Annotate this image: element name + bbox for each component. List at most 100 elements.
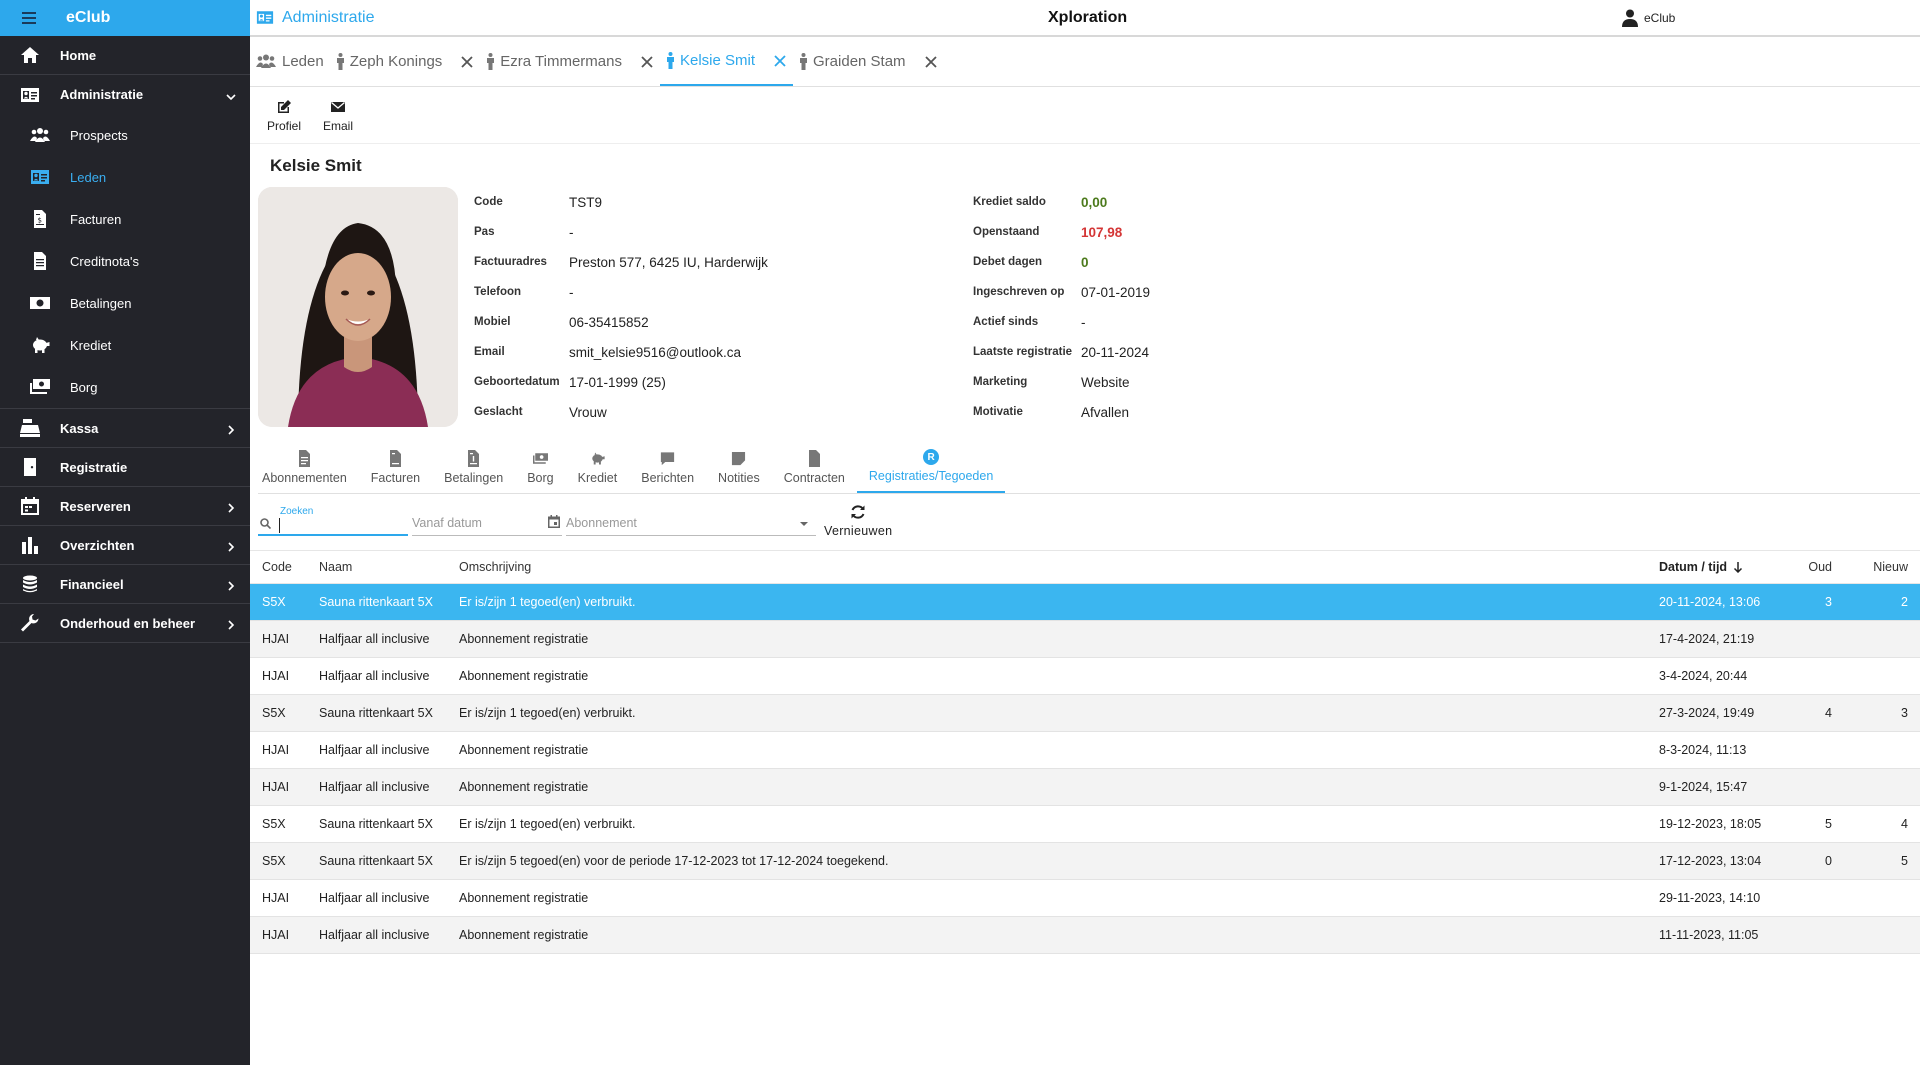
credit-note-icon xyxy=(30,252,50,270)
tab-notities[interactable]: Notities xyxy=(706,441,772,493)
close-icon[interactable] xyxy=(773,54,787,68)
field-value: Preston 577, 6425 IU, Harderwijk xyxy=(569,254,768,270)
door-icon xyxy=(20,458,40,476)
sidebar-item-registratie[interactable]: Registratie xyxy=(0,448,250,487)
field-value: 06-35415852 xyxy=(569,314,649,330)
date-placeholder: Vanaf datum xyxy=(412,516,482,530)
column-header-oud[interactable]: Oud xyxy=(1789,560,1844,574)
close-icon[interactable] xyxy=(640,55,654,69)
column-header-omschrijving[interactable]: Omschrijving xyxy=(459,560,1659,574)
user-icon xyxy=(1622,9,1638,27)
table-row[interactable]: HJAI Halfjaar all inclusive Abonnement reg… xyxy=(250,917,1920,954)
sidebar-item-home[interactable]: Home xyxy=(0,36,250,75)
field-value: 0,00 xyxy=(1081,194,1108,210)
field-value: 107,98 xyxy=(1081,224,1123,240)
table-row[interactable]: HJAI Halfjaar all inclusive Abonnement reg… xyxy=(250,880,1920,917)
tab-label: Leden xyxy=(282,53,324,70)
table-row[interactable]: S5X Sauna rittenkaart 5X Er is/zijn 5 tego… xyxy=(250,843,1920,880)
cash-register-icon xyxy=(20,419,40,437)
chevron-right-icon xyxy=(226,423,236,435)
sidebar-item-onderhoud-en-beheer[interactable]: Onderhoud en beheer xyxy=(0,604,250,643)
table-row[interactable]: HJAI Halfjaar all inclusive Abonnement reg… xyxy=(250,732,1920,769)
table-row[interactable]: HJAI Halfjaar all inclusive Abonnement reg… xyxy=(250,658,1920,695)
field-openstaand: Openstaand 107,98 xyxy=(973,217,1150,247)
field-label: Geslacht xyxy=(474,406,523,418)
sidebar-item-administratie[interactable]: Administratie xyxy=(0,75,250,114)
column-header-code[interactable]: Code xyxy=(250,560,319,574)
tab-abonnementen[interactable]: Abonnementen xyxy=(258,441,359,493)
sidebar-header: eClub xyxy=(0,0,250,36)
table-row[interactable]: S5X Sauna rittenkaart 5X Er is/zijn 1 tego… xyxy=(250,806,1920,843)
subscription-select[interactable]: Abonnement xyxy=(566,500,816,536)
refresh-button[interactable]: Vernieuwen xyxy=(824,500,892,538)
sidebar-subitem-prospects[interactable]: Prospects xyxy=(0,114,250,156)
sidebar-item-financieel[interactable]: Financieel xyxy=(0,565,250,604)
person-icon xyxy=(800,53,808,70)
sidebar-subitem-leden[interactable]: Leden xyxy=(0,156,250,198)
close-icon[interactable] xyxy=(924,55,938,69)
tab-kelsie-smit[interactable]: Kelsie Smit xyxy=(659,37,794,86)
profile-button[interactable]: Profiel xyxy=(262,88,306,143)
tab-label: Betalingen xyxy=(444,470,504,485)
sidebar-item-kassa[interactable]: Kassa xyxy=(0,409,250,448)
tab-betalingen[interactable]: Betalingen xyxy=(432,441,515,493)
sidebar-item-label: Home xyxy=(60,47,97,63)
bar-chart-icon xyxy=(20,536,40,554)
tab-facturen[interactable]: Facturen xyxy=(359,441,432,493)
cell-oud: 5 xyxy=(1825,817,1832,831)
field-pas: Pas - xyxy=(474,217,768,247)
sidebar-group-administratie: Administratie Prospects Leden $ Facturen… xyxy=(0,75,250,409)
field-value: smit_kelsie9516@outlook.ca xyxy=(569,344,742,360)
sidebar-subitem-creditnotas[interactable]: Creditnota's xyxy=(0,240,250,282)
sidebar-item-label: Reserveren xyxy=(60,498,131,514)
calendar-icon[interactable] xyxy=(548,515,560,528)
tab-registraties-tegoeden[interactable]: R Registraties/Tegoeden xyxy=(856,441,1006,493)
sidebar-subitem-betalingen[interactable]: Betalingen xyxy=(0,282,250,324)
tab-berichten[interactable]: Berichten xyxy=(629,441,706,493)
sidebar-item-label: Financieel xyxy=(60,576,124,592)
cell-code: HJAI xyxy=(262,669,290,683)
table-row[interactable]: HJAI Halfjaar all inclusive Abonnement reg… xyxy=(250,621,1920,658)
sidebar-subitem-borg[interactable]: Borg xyxy=(0,366,250,408)
tab-zeph-konings[interactable]: Zeph Konings xyxy=(330,37,481,86)
table-row[interactable]: HJAI Halfjaar all inclusive Abonnement reg… xyxy=(250,769,1920,806)
tab-contracten[interactable]: Contracten xyxy=(772,441,857,493)
email-button[interactable]: Email xyxy=(316,88,360,143)
column-header-naam[interactable]: Naam xyxy=(319,560,459,574)
field-factuuradres: Factuuradres Preston 577, 6425 IU, Harder… xyxy=(474,247,768,277)
sidebar-item-overzichten[interactable]: Overzichten xyxy=(0,526,250,565)
sidebar-subitem-krediet[interactable]: Krediet xyxy=(0,324,250,366)
search-input[interactable]: Zoeken xyxy=(258,500,408,536)
home-icon xyxy=(20,46,40,64)
tab-krediet[interactable]: Krediet xyxy=(566,441,630,493)
field-mobiel: Mobiel 06-35415852 xyxy=(474,307,768,337)
sidebar-subitem-facturen[interactable]: $ Facturen xyxy=(0,198,250,240)
tab-label: Kelsie Smit xyxy=(679,52,756,69)
tab-graiden-stam[interactable]: Graiden Stam xyxy=(793,37,944,86)
sidebar-item-reserveren[interactable]: Reserveren xyxy=(0,487,250,526)
tab-ezra-timmermans[interactable]: Ezra Timmermans xyxy=(480,37,660,86)
tab-label: Notities xyxy=(718,470,760,485)
table-row[interactable]: S5X Sauna rittenkaart 5X Er is/zijn 1 tego… xyxy=(250,584,1920,621)
field-label: Openstaand xyxy=(973,226,1040,238)
tab-label: Facturen xyxy=(370,470,421,485)
user-menu[interactable]: eClub xyxy=(1622,9,1675,27)
column-header-datum[interactable]: Datum / tijd xyxy=(1659,560,1789,574)
date-from-input[interactable]: Vanaf datum xyxy=(412,500,562,536)
chevron-right-icon xyxy=(226,501,236,513)
field-value: Vrouw xyxy=(569,404,607,420)
hamburger-menu-icon[interactable] xyxy=(22,12,36,24)
field-label: Mobiel xyxy=(474,316,511,328)
user-name: eClub xyxy=(1644,10,1676,25)
sidebar-item-label: Onderhoud en beheer xyxy=(60,615,196,631)
close-icon[interactable] xyxy=(460,55,474,69)
field-label: Pas xyxy=(474,226,495,238)
tab-leden[interactable]: Leden xyxy=(250,37,330,86)
tab-borg[interactable]: Borg xyxy=(515,441,565,493)
member-details-left: Code TST9 Pas - Factuuradres Preston 577, 6… xyxy=(474,187,768,427)
invoice-dollar-icon xyxy=(468,449,480,467)
cell-omschrijving: Abonnement registratie xyxy=(459,632,589,646)
column-header-nieuw[interactable]: Nieuw xyxy=(1844,560,1920,574)
wrench-icon xyxy=(20,614,40,632)
table-row[interactable]: S5X Sauna rittenkaart 5X Er is/zijn 1 tego… xyxy=(250,695,1920,732)
